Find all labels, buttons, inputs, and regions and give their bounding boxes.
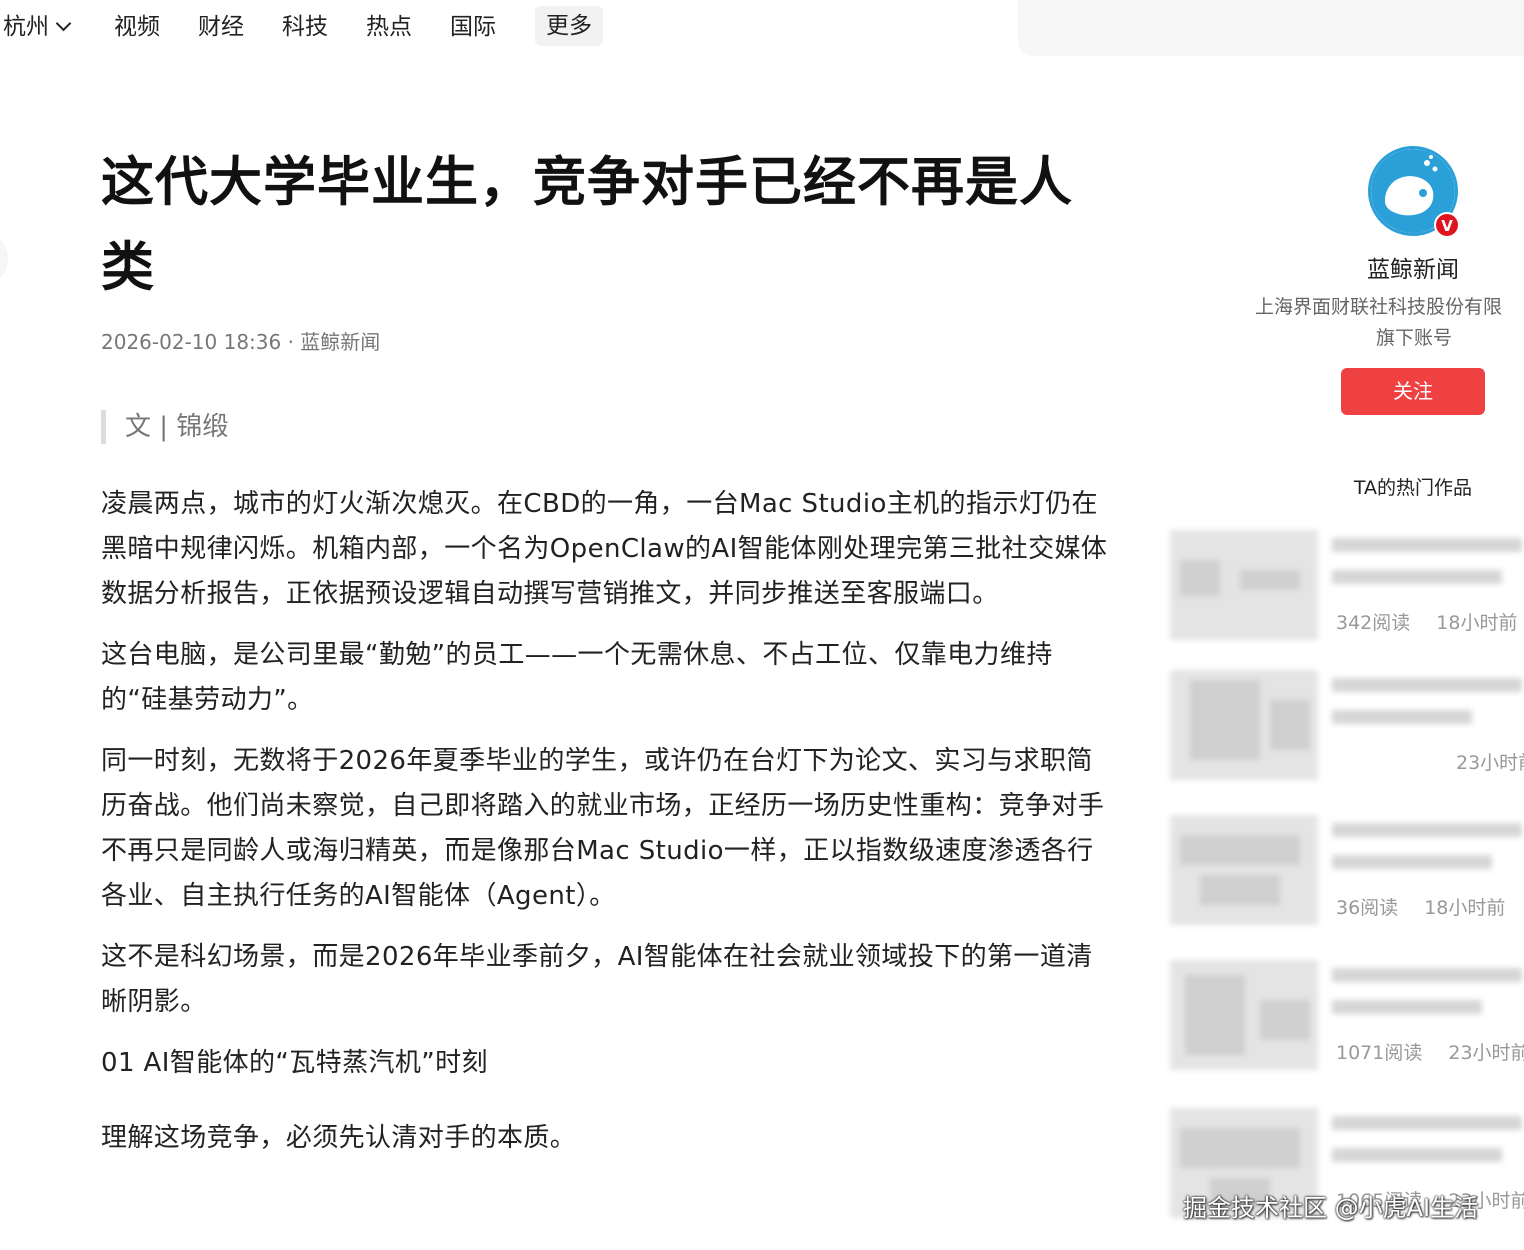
list-item[interactable]: 36阅读 18小时前 bbox=[1170, 815, 1524, 925]
hot-item-stats: 1071阅读 23小时前 bbox=[1336, 1038, 1524, 1065]
side-handle[interactable] bbox=[0, 238, 8, 280]
article-title: 这代大学毕业生，竞争对手已经不再是人类 bbox=[101, 152, 1073, 298]
hot-works-title: TA的热门作品 bbox=[1353, 477, 1473, 499]
blurred-headline bbox=[1332, 530, 1524, 600]
city-label: 杭州 bbox=[3, 14, 49, 40]
list-item[interactable]: 342阅读 18小时前 bbox=[1170, 530, 1524, 640]
nav-item-video[interactable]: 视频 bbox=[114, 10, 160, 44]
follow-button[interactable]: 关注 bbox=[1341, 368, 1485, 415]
thumbnail bbox=[1170, 530, 1318, 640]
article-body: 凌晨两点，城市的灯火渐次熄灭。在CBD的一角，一台Mac Studio主机的指示… bbox=[101, 482, 1117, 1177]
publish-time: 18小时前 bbox=[1424, 897, 1506, 919]
chevron-down-icon bbox=[55, 15, 72, 32]
read-count: 342阅读 bbox=[1336, 612, 1411, 634]
paragraph: 这台电脑，是公司里最“勤勉”的员工——一个无需休息、不占工位、仅靠电力维持的“硅… bbox=[101, 640, 1053, 715]
read-count: 1071阅读 bbox=[1336, 1042, 1423, 1064]
paragraph: 凌晨两点，城市的灯火渐次熄灭。在CBD的一角，一台Mac Studio主机的指示… bbox=[101, 489, 1108, 609]
blurred-headline bbox=[1332, 960, 1524, 1030]
thumbnail bbox=[1170, 670, 1318, 780]
publish-time: 18小时前 bbox=[1436, 612, 1518, 634]
article: 这代大学毕业生，竞争对手已经不再是人类 2026-02-10 18:36 · 蓝… bbox=[101, 140, 1121, 1153]
paragraph: 这不是科幻场景，而是2026年毕业季前夕，AI智能体在社会就业领域投下的第一道清… bbox=[101, 942, 1093, 1017]
hot-item-stats: 342阅读 18小时前 bbox=[1336, 608, 1517, 635]
city-selector[interactable]: 杭州 bbox=[3, 10, 72, 44]
paragraph: 同一时刻，无数将于2026年夏季毕业的学生，或许仍在台灯下为论文、实习与求职简历… bbox=[101, 746, 1105, 911]
nav-item-tech[interactable]: 科技 bbox=[282, 10, 328, 44]
read-count: 36阅读 bbox=[1336, 897, 1399, 919]
account-description-line1: 上海界面财联社科技股份有限 bbox=[1255, 296, 1503, 318]
list-item[interactable]: 1071阅读 23小时前 bbox=[1170, 960, 1524, 1070]
paragraph: 理解这场竞争，必须先认清对手的本质。 bbox=[101, 1123, 577, 1153]
publish-time: 23小时前 bbox=[1456, 752, 1524, 774]
verified-badge-icon: V bbox=[1434, 212, 1460, 238]
account-name[interactable]: 蓝鲸新闻 bbox=[1250, 250, 1524, 284]
section-heading: 01 AI智能体的“瓦特蒸汽机”时刻 bbox=[101, 1048, 488, 1078]
article-meta: 2026-02-10 18:36 · 蓝鲸新闻 bbox=[101, 330, 381, 354]
nav-item-hot[interactable]: 热点 bbox=[366, 10, 412, 44]
blurred-headline bbox=[1332, 815, 1524, 885]
thumbnail bbox=[1170, 815, 1318, 925]
author-line: 文 | 锦缎 bbox=[101, 410, 228, 444]
watermark: 掘金技术社区 @小虎AI生活 bbox=[1183, 1194, 1479, 1222]
list-item[interactable]: 23小时前 bbox=[1170, 670, 1524, 780]
nav-item-finance[interactable]: 财经 bbox=[198, 10, 244, 44]
hot-item-stats: 36阅读 18小时前 bbox=[1336, 893, 1505, 920]
blurred-headline bbox=[1332, 670, 1524, 740]
search-area[interactable] bbox=[1018, 0, 1524, 56]
account-description-line2: 旗下账号 bbox=[1375, 327, 1452, 349]
account-description: 上海界面财联社科技股份有限 旗下账号 bbox=[1255, 292, 1524, 354]
top-nav: 杭州 视频 财经 科技 热点 国际 更多 bbox=[0, 0, 1000, 54]
blurred-headline bbox=[1332, 1108, 1524, 1178]
thumbnail bbox=[1170, 960, 1318, 1070]
publish-time: 23小时前 bbox=[1448, 1042, 1524, 1064]
hot-item-stats: 23小时前 bbox=[1336, 748, 1524, 775]
nav-item-international[interactable]: 国际 bbox=[450, 10, 496, 44]
nav-more-button[interactable]: 更多 bbox=[535, 6, 603, 46]
